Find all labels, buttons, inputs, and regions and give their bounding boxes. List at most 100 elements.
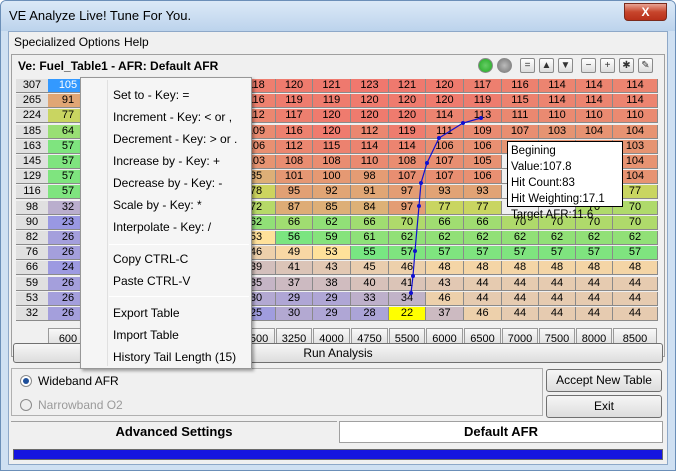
table-cell[interactable]: 37	[276, 277, 313, 291]
table-cell[interactable]: 106	[464, 170, 502, 184]
table-cell[interactable]: 44	[576, 277, 613, 291]
table-cell[interactable]: 112	[276, 140, 313, 154]
exit-button[interactable]: Exit	[546, 395, 662, 418]
table-cell[interactable]: 117	[464, 79, 502, 93]
minus-icon[interactable]: −	[581, 58, 596, 73]
table-cell[interactable]: 66	[426, 216, 464, 230]
tab-default-afr[interactable]: Default AFR	[339, 421, 663, 443]
table-cell[interactable]: 119	[389, 125, 426, 139]
table-cell[interactable]: 120	[389, 94, 426, 108]
table-cell[interactable]: 107	[389, 170, 426, 184]
table-cell[interactable]: 53	[313, 246, 351, 260]
table-cell[interactable]: 46	[389, 261, 426, 275]
table-cell[interactable]: 62	[426, 231, 464, 245]
table-cell[interactable]: 55	[351, 246, 389, 260]
table-cell[interactable]: 116	[502, 79, 539, 93]
table-cell[interactable]: 87	[276, 201, 313, 215]
star-icon[interactable]: ✱	[619, 58, 634, 73]
accept-new-table-button[interactable]: Accept New Table	[546, 369, 662, 392]
context-menu-item[interactable]: Increase by - Key: +	[113, 154, 220, 168]
context-menu-item[interactable]: Decrease by - Key: -	[113, 176, 222, 190]
table-cell[interactable]: 106	[426, 140, 464, 154]
table-cell[interactable]: 48	[576, 261, 613, 275]
table-cell[interactable]: 113	[464, 109, 502, 123]
wideband-radio[interactable]	[20, 375, 32, 387]
table-cell[interactable]: 77	[426, 201, 464, 215]
table-cell[interactable]: 116	[276, 125, 313, 139]
table-cell[interactable]: 95	[276, 185, 313, 199]
table-cell[interactable]: 57	[539, 246, 576, 260]
table-cell[interactable]: 93	[464, 185, 502, 199]
context-menu-item[interactable]: Export Table	[113, 306, 180, 320]
table-cell[interactable]: 91	[351, 185, 389, 199]
context-menu-item[interactable]: Paste CTRL-V	[113, 274, 190, 288]
table-cell[interactable]: 44	[576, 307, 613, 321]
table-cell[interactable]: 109	[464, 125, 502, 139]
plus-icon[interactable]: +	[600, 58, 615, 73]
table-cell[interactable]: 120	[313, 109, 351, 123]
table-cell[interactable]: 114	[426, 109, 464, 123]
table-cell[interactable]: 44	[613, 292, 658, 306]
table-cell[interactable]: 114	[576, 94, 613, 108]
table-cell[interactable]: 44	[613, 277, 658, 291]
table-cell[interactable]: 56	[276, 231, 313, 245]
table-cell[interactable]: 29	[313, 292, 351, 306]
table-cell[interactable]: 119	[276, 94, 313, 108]
table-cell[interactable]: 120	[426, 94, 464, 108]
table-cell[interactable]: 44	[576, 292, 613, 306]
table-cell[interactable]: 28	[351, 307, 389, 321]
table-cell[interactable]: 120	[426, 79, 464, 93]
context-menu-item[interactable]: Scale by - Key: *	[113, 198, 202, 212]
table-cell[interactable]: 66	[464, 216, 502, 230]
table-cell[interactable]: 107	[502, 125, 539, 139]
table-cell[interactable]: 104	[576, 125, 613, 139]
table-cell[interactable]: 120	[313, 125, 351, 139]
menu-specialized-options[interactable]: Specialized Options	[14, 35, 120, 49]
stop-icon[interactable]	[497, 58, 512, 73]
table-cell[interactable]: 114	[539, 79, 576, 93]
table-cell[interactable]: 44	[539, 307, 576, 321]
table-cell[interactable]: 62	[464, 231, 502, 245]
table-cell[interactable]: 61	[351, 231, 389, 245]
table-cell[interactable]: 92	[313, 185, 351, 199]
table-cell[interactable]: 101	[276, 170, 313, 184]
table-cell[interactable]: 48	[539, 261, 576, 275]
table-cell[interactable]: 97	[389, 185, 426, 199]
table-cell[interactable]: 57	[389, 246, 426, 260]
table-cell[interactable]: 43	[313, 261, 351, 275]
table-cell[interactable]: 110	[539, 109, 576, 123]
table-cell[interactable]: 110	[351, 155, 389, 169]
context-menu-item[interactable]: Set to - Key: =	[113, 88, 189, 102]
table-cell[interactable]: 62	[613, 231, 658, 245]
pencil-icon[interactable]: ✎	[638, 58, 653, 73]
context-menu-item[interactable]: History Tail Length (15)	[113, 350, 236, 364]
table-cell[interactable]: 107	[426, 155, 464, 169]
table-cell[interactable]: 44	[464, 292, 502, 306]
table-cell[interactable]: 114	[613, 79, 658, 93]
table-cell[interactable]: 115	[502, 94, 539, 108]
table-cell[interactable]: 114	[539, 94, 576, 108]
table-cell[interactable]: 44	[502, 292, 539, 306]
table-cell[interactable]: 44	[502, 277, 539, 291]
table-cell[interactable]: 45	[351, 261, 389, 275]
table-cell[interactable]: 84	[351, 201, 389, 215]
table-cell[interactable]: 110	[576, 109, 613, 123]
table-cell[interactable]: 108	[276, 155, 313, 169]
narrowband-radio[interactable]	[20, 399, 32, 411]
tab-advanced-settings[interactable]: Advanced Settings	[11, 421, 337, 443]
table-cell[interactable]: 121	[313, 79, 351, 93]
set-equal-icon[interactable]: =	[520, 58, 535, 73]
table-cell[interactable]: 57	[464, 246, 502, 260]
table-cell[interactable]: 119	[464, 94, 502, 108]
table-cell[interactable]: 123	[351, 79, 389, 93]
table-cell[interactable]: 107	[426, 170, 464, 184]
context-menu-item[interactable]: Copy CTRL-C	[113, 252, 188, 266]
table-cell[interactable]: 108	[389, 155, 426, 169]
table-cell[interactable]: 112	[351, 125, 389, 139]
table-cell[interactable]: 114	[613, 94, 658, 108]
table-cell[interactable]: 120	[351, 109, 389, 123]
table-cell[interactable]: 57	[613, 246, 658, 260]
table-cell[interactable]: 30	[276, 307, 313, 321]
up-arrow-icon[interactable]: ▲	[539, 58, 554, 73]
table-cell[interactable]: 38	[313, 277, 351, 291]
